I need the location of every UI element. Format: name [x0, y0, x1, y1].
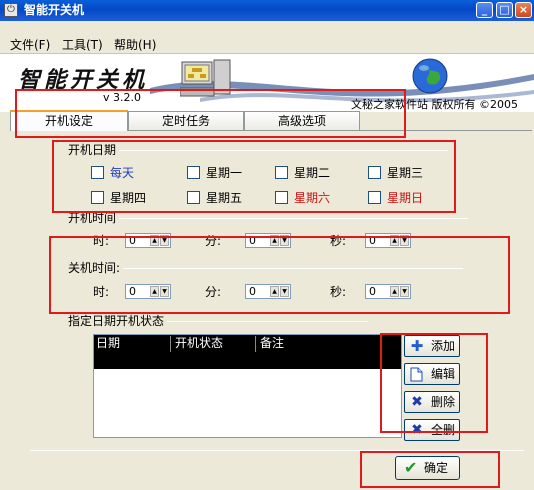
- column-header-status[interactable]: 开机状态: [173, 336, 256, 352]
- close-button[interactable]: ×: [515, 2, 532, 18]
- group-line: [68, 218, 468, 219]
- highlight-box: [360, 451, 500, 488]
- highlight-box: [52, 140, 456, 213]
- globe-icon: [412, 58, 448, 94]
- menu-tools[interactable]: 工具(T): [62, 38, 103, 52]
- minimize-button[interactable]: _: [476, 2, 493, 18]
- column-header-date[interactable]: 日期: [94, 336, 171, 352]
- highlight-box: [49, 236, 510, 314]
- power-icon: ⏻: [4, 3, 18, 17]
- column-header-note[interactable]: 备注: [258, 336, 398, 352]
- status-table[interactable]: 日期 开机状态 备注: [93, 334, 402, 438]
- status-section-label: 指定日期开机状态: [68, 314, 168, 328]
- boot-time-label: 开机时间: [68, 211, 120, 225]
- title-bar[interactable]: ⏻ 智能开关机 _ □ ×: [0, 0, 534, 21]
- maximize-button[interactable]: □: [496, 2, 513, 18]
- menu-bar: 文件(F) 工具(T) 帮助(H): [0, 36, 534, 54]
- highlight-box: [380, 333, 488, 433]
- highlight-box: [15, 89, 406, 138]
- menu-file[interactable]: 文件(F): [10, 38, 50, 52]
- window-title: 智能开关机: [24, 3, 85, 17]
- table-header: 日期 开机状态 备注: [94, 335, 401, 369]
- menu-help[interactable]: 帮助(H): [114, 38, 156, 52]
